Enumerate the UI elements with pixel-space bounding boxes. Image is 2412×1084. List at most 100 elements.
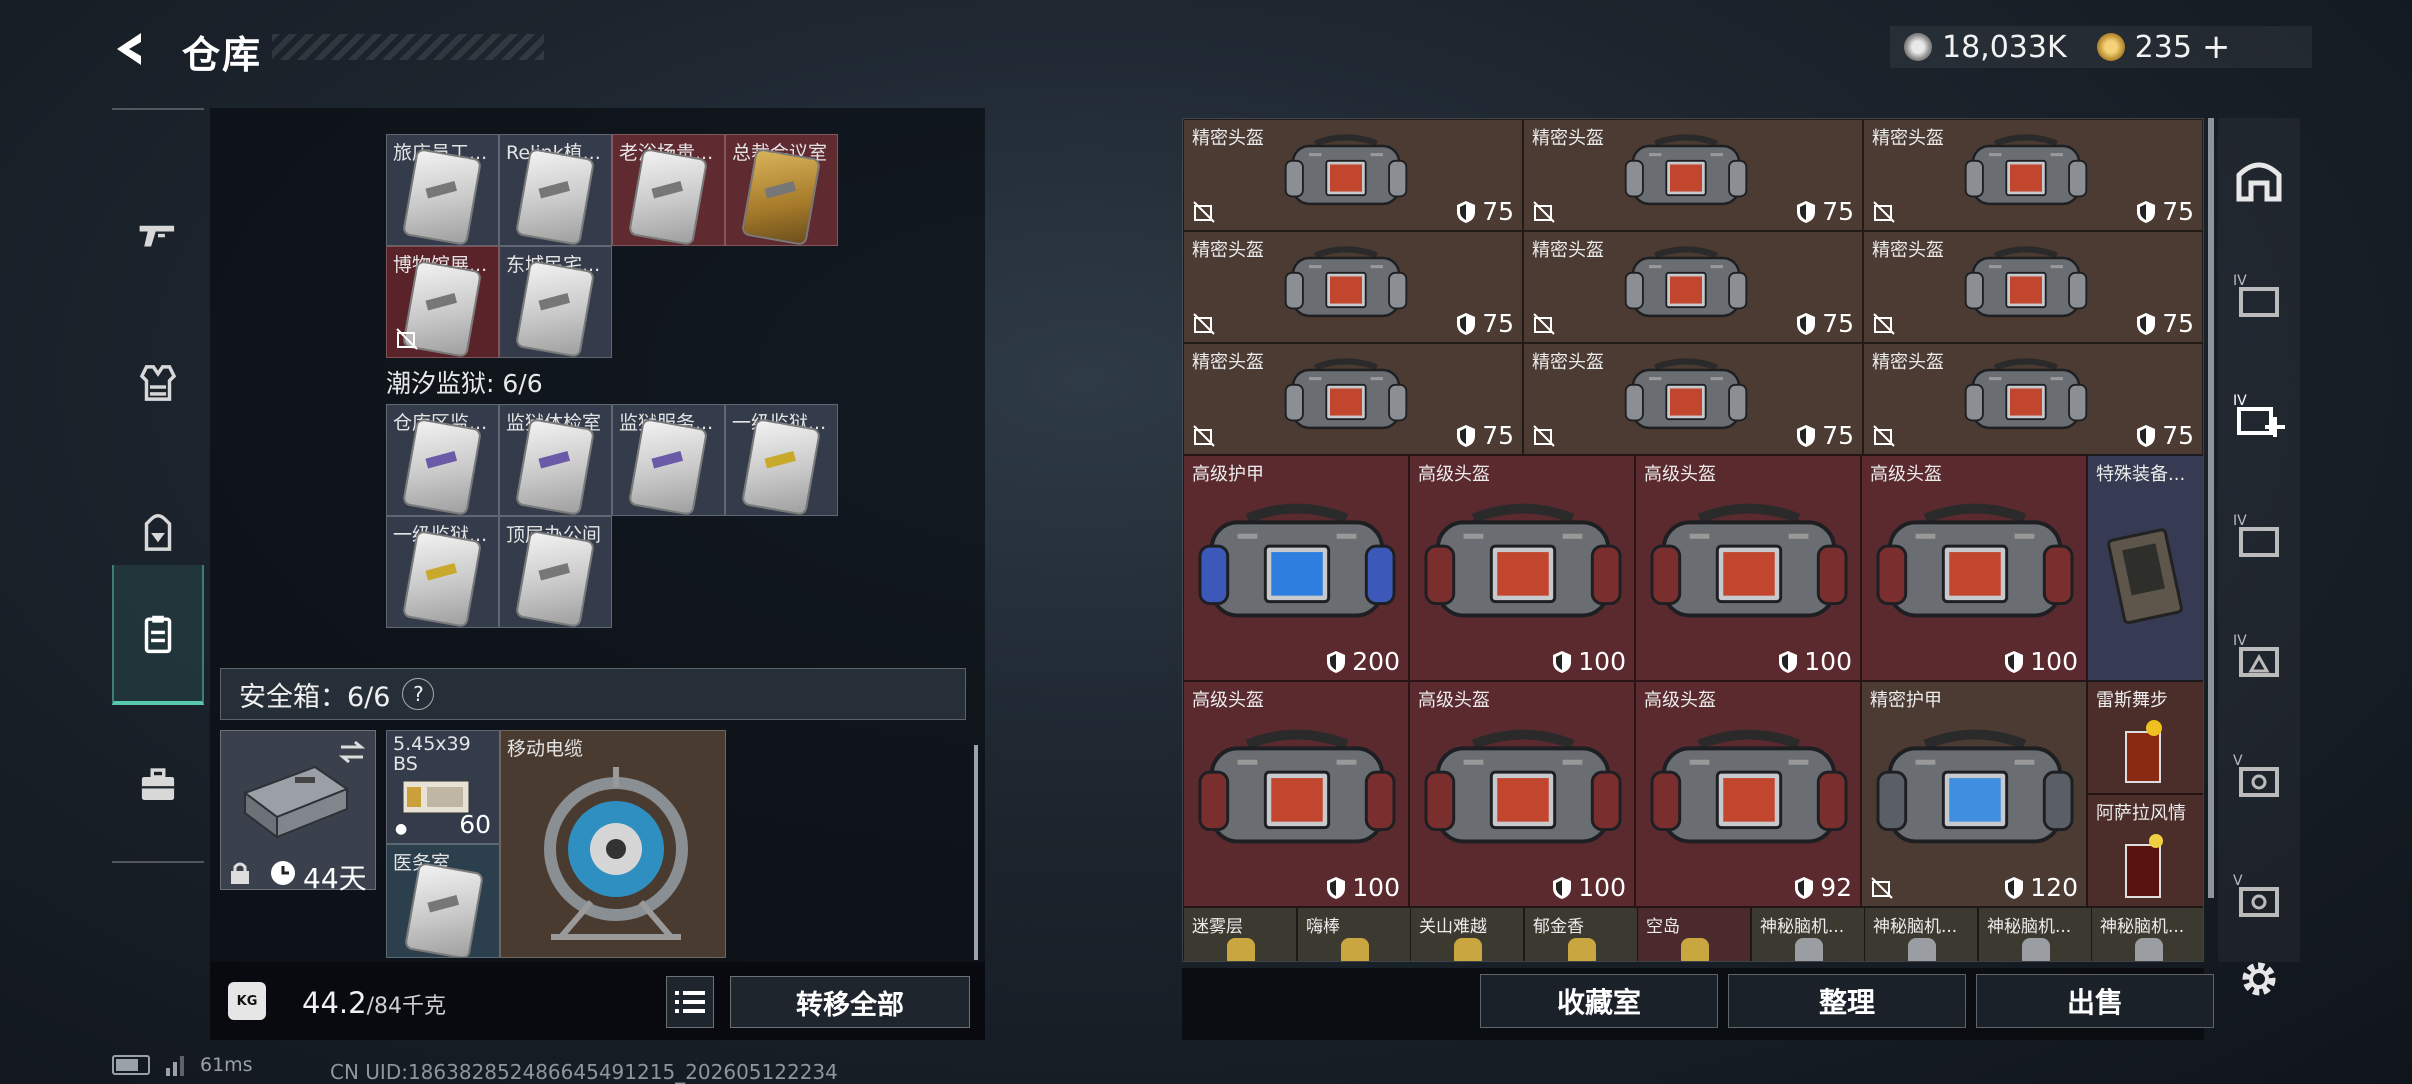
inventory-item-small[interactable]: 神秘脑机... [1864,907,1978,961]
nav-armor[interactable] [112,328,204,438]
gear-icon [2242,962,2276,996]
safe-box-slot[interactable]: 44天 [220,730,376,895]
item-name: 精密头盔 [1532,128,1604,149]
silver-amount: 18,033K [1942,29,2067,65]
category-nav [112,108,204,863]
nav-storage-tier[interactable]: IV [2226,622,2292,688]
nav-storage-tier[interactable]: V [2226,862,2292,928]
inventory-item[interactable]: 精密头盔 75 [1863,231,2203,343]
nav-case[interactable] [112,730,204,840]
key-card-icon [406,864,482,957]
nav-storage-tier[interactable]: IV [2226,502,2292,568]
inventory-item[interactable]: 高级头盔 100 [1183,681,1409,907]
list-view-button[interactable] [666,976,714,1028]
shield-icon [1797,424,1816,447]
inventory-item-small[interactable]: 空岛 [1637,907,1751,961]
inventory-grid: 精密头盔 75 精密头盔 75 精密头盔 75 精密头盔 75 精密头盔 75 精密头盔 75 精密头盔… [1182,118,2204,962]
inventory-item[interactable]: 阿萨拉风情 [2087,794,2203,907]
scrollbar[interactable] [974,745,978,960]
inventory-item[interactable]: 精密头盔 75 [1863,343,2203,455]
collection-room-button[interactable]: 收藏室 [1480,974,1718,1028]
key-card-icon [404,150,480,244]
key-card-slot[interactable]: Relink植... [499,134,612,246]
lock-icon [396,328,418,350]
shield-icon [1553,650,1572,673]
inventory-item[interactable]: 高级头盔 100 [1861,455,2087,681]
inventory-item-small[interactable]: 迷雾层 [1183,907,1297,961]
sell-button[interactable]: 出售 [1976,974,2214,1028]
key-card-slot[interactable]: 监狱服务... [612,404,725,516]
nav-weapons[interactable] [112,180,204,290]
key-card-slot[interactable]: 博物馆展... [386,246,499,358]
back-arrow-icon [117,33,141,65]
item-name: 高级头盔 [1870,464,1942,485]
inventory-item-small[interactable]: 神秘脑机... [1978,907,2092,961]
key-card-icon [743,420,819,514]
key-card-slot[interactable]: 一级监狱... [386,516,499,628]
inventory-item[interactable]: 高级头盔 92 [1635,681,1861,907]
key-card-slot[interactable]: 顶层办公间 [499,516,612,628]
inventory-item-small[interactable]: 关山难越 [1410,907,1524,961]
scrollbar[interactable] [2208,118,2214,898]
swap-icon[interactable] [337,739,367,765]
item-name: 高级头盔 [1418,464,1490,485]
item-name: 高级头盔 [1192,690,1264,711]
lock-icon [1193,425,1215,447]
key-card-slot[interactable]: 老浴场贵... [612,134,725,246]
item-thumbnail-icon [2135,938,2163,961]
inventory-item[interactable]: 高级头盔 100 [1409,455,1635,681]
lock-icon [1533,425,1555,447]
nav-storage-tier[interactable]: IV [2226,262,2292,328]
briefcase-icon [141,768,175,800]
key-card-slot[interactable]: 仓库区监... [386,404,499,516]
inventory-item[interactable]: 特殊装备... [2087,455,2203,681]
shield-icon [1327,650,1346,673]
inventory-item-small[interactable]: 神秘脑机... [1751,907,1865,961]
dot-icon: ● [395,821,408,837]
key-card-slot[interactable]: 医务室 [386,844,500,958]
nav-expand-storage[interactable]: IV [2226,382,2292,448]
key-card-slot[interactable]: 东城民宅... [499,246,612,358]
item-name: 精密头盔 [1872,240,1944,261]
inventory-item[interactable]: 高级护甲 200 [1183,455,1409,681]
settings-button[interactable] [2232,952,2286,1006]
nav-safe-house[interactable] [2226,146,2292,212]
key-card-slot[interactable]: 旅店员工... [386,134,499,246]
nav-storage-tier[interactable]: V [2226,742,2292,808]
item-name: 阿萨拉风情 [2096,803,2186,824]
inventory-item[interactable]: 精密头盔 75 [1183,343,1523,455]
sort-button[interactable]: 整理 [1728,974,1966,1028]
item-thumbnail-icon [2022,938,2050,961]
ammo-slot[interactable]: 5.45x39 BS ● 60 [386,730,500,844]
inventory-item[interactable]: 精密头盔 75 [1863,119,2203,231]
back-button[interactable] [108,26,154,72]
durability-value: 100 [1552,873,1626,902]
inventory-item[interactable]: 精密头盔 75 [1183,119,1523,231]
key-card-slot[interactable]: 一级监狱... [725,404,838,516]
inventory-item[interactable]: 精密头盔 75 [1523,343,1863,455]
inventory-item[interactable]: 精密头盔 75 [1523,119,1863,231]
help-button[interactable]: ? [402,678,435,710]
key-card-slot[interactable]: 监狱体检室 [499,404,612,516]
weight-readout: 44.2/84千克 [302,986,446,1020]
inventory-item[interactable]: 高级头盔 100 [1409,681,1635,907]
inventory-item[interactable]: 精密头盔 75 [1183,231,1523,343]
nav-storage[interactable] [112,565,204,705]
svg-text:IV: IV [2233,513,2247,529]
shield-icon [1457,312,1476,335]
inventory-item[interactable]: 精密头盔 75 [1523,231,1863,343]
inventory-item[interactable]: 精密护甲 120 [1861,681,2087,907]
gun-icon [139,225,175,247]
armor-bag-icon [1284,134,1408,206]
inventory-item[interactable]: 高级头盔 100 [1635,455,1861,681]
cable-reel-slot[interactable]: 移动电缆 [500,730,726,958]
inventory-item-small[interactable]: 郁金香 [1524,907,1638,961]
durability-value: 100 [1778,647,1852,676]
key-card-slot[interactable]: 总裁会议室 [725,134,838,246]
transfer-all-button[interactable]: 转移全部 [730,976,970,1028]
inventory-item[interactable]: 雷斯舞步 [2087,681,2203,794]
inventory-item-small[interactable]: 神秘脑机... [2091,907,2203,961]
add-currency-button[interactable]: + [2202,27,2231,67]
inventory-item-small[interactable]: 嗨棒 [1297,907,1411,961]
shield-icon [1779,650,1798,673]
